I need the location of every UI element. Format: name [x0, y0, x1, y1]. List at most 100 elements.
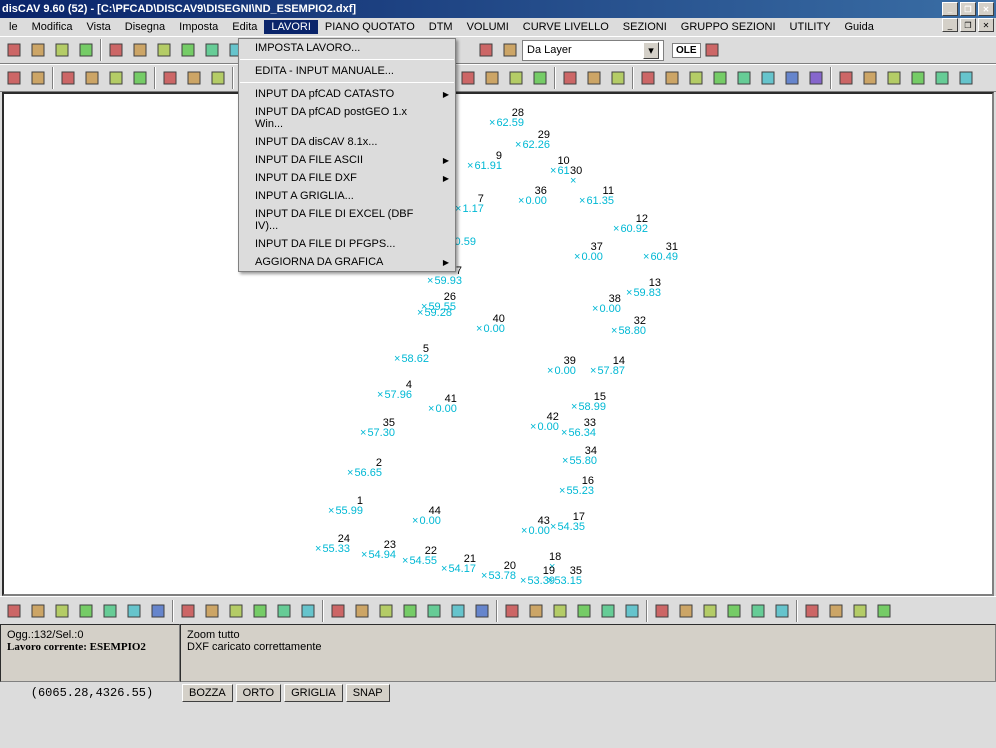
point-32[interactable]: 32×58.80	[611, 316, 646, 336]
zoom-btn-3[interactable]	[176, 39, 199, 61]
dropdown-item-8[interactable]: INPUT DA FILE DI EXCEL (DBF IV)...	[239, 205, 455, 235]
b1-btn-1[interactable]	[26, 600, 49, 622]
line-btn-2[interactable]	[606, 67, 629, 89]
b2-btn-2[interactable]	[224, 600, 247, 622]
b4-btn-2[interactable]	[548, 600, 571, 622]
point-16[interactable]: 16×55.23	[559, 476, 594, 496]
menu-volumi[interactable]: VOLUMI	[460, 20, 516, 34]
b2-btn-1[interactable]	[200, 600, 223, 622]
file-btn-2[interactable]	[50, 39, 73, 61]
circle-btn-6[interactable]	[780, 67, 803, 89]
point-9[interactable]: 9×61.91	[467, 151, 502, 171]
menu-guida[interactable]: Guida	[838, 20, 881, 34]
hatch-btn-5[interactable]	[954, 67, 977, 89]
b6-btn-0[interactable]	[800, 600, 823, 622]
point-13[interactable]: 13×59.83	[626, 278, 661, 298]
point-22[interactable]: 22×54.55	[402, 546, 437, 566]
point-2[interactable]: 2×56.65	[347, 458, 382, 478]
point-35[interactable]: 35×53.15	[547, 566, 582, 586]
osnap-btn-0[interactable]	[158, 67, 181, 89]
zoom-btn-0[interactable]	[104, 39, 127, 61]
point-36[interactable]: 36×0.00	[518, 186, 547, 206]
menu-vista[interactable]: Vista	[80, 20, 118, 34]
draw-btn-1[interactable]	[480, 67, 503, 89]
dropdown-item-1[interactable]: EDITA - INPUT MANUALE...	[239, 62, 455, 80]
menu-piano-quotato[interactable]: PIANO QUOTATO	[318, 20, 422, 34]
point-44[interactable]: 44×0.00	[412, 506, 441, 526]
point-28[interactable]: 28×62.59	[489, 108, 524, 128]
point-39[interactable]: 39×0.00	[547, 356, 576, 376]
footer-orto[interactable]: ORTO	[236, 684, 281, 702]
point-5[interactable]: 5×58.62	[394, 344, 429, 364]
dropdown-item-6[interactable]: INPUT DA FILE DXF▶	[239, 169, 455, 187]
point-31[interactable]: 31×60.49	[643, 242, 678, 262]
menu-le[interactable]: le	[2, 20, 25, 34]
point-33[interactable]: 33×56.34	[561, 418, 596, 438]
circle-btn-7[interactable]	[804, 67, 827, 89]
dropdown-item-2[interactable]: INPUT DA pfCAD CATASTO▶	[239, 85, 455, 103]
b5-btn-3[interactable]	[722, 600, 745, 622]
file-btn-0[interactable]	[2, 39, 25, 61]
b3-btn-5[interactable]	[446, 600, 469, 622]
point-21[interactable]: 21×54.17	[441, 554, 476, 574]
point-14[interactable]: 14×57.87	[590, 356, 625, 376]
layer-combo[interactable]: Da Layer▾	[522, 40, 664, 61]
ole-button[interactable]: OLE	[672, 43, 701, 58]
file-btn-3[interactable]	[74, 39, 97, 61]
snap-btn-1[interactable]	[80, 67, 103, 89]
grid-btn-0[interactable]	[2, 67, 25, 89]
menu-gruppo-sezioni[interactable]: GRUPPO SEZIONI	[674, 20, 783, 34]
b5-btn-2[interactable]	[698, 600, 721, 622]
mdi-close-button[interactable]: ✕	[978, 18, 994, 32]
point-35[interactable]: 35×57.30	[360, 418, 395, 438]
b3-btn-6[interactable]	[470, 600, 493, 622]
dropdown-item-7[interactable]: INPUT A GRIGLIA...	[239, 187, 455, 205]
hatch-btn-3[interactable]	[906, 67, 929, 89]
b5-btn-5[interactable]	[770, 600, 793, 622]
line-btn-1[interactable]	[582, 67, 605, 89]
b1-btn-6[interactable]	[146, 600, 169, 622]
menu-disegna[interactable]: Disegna	[118, 20, 172, 34]
circle-btn-3[interactable]	[708, 67, 731, 89]
point-1[interactable]: 1×55.99	[328, 496, 363, 516]
b3-btn-2[interactable]	[374, 600, 397, 622]
line-btn-0[interactable]	[558, 67, 581, 89]
zoom-btn-2[interactable]	[152, 39, 175, 61]
hatch-btn-4[interactable]	[930, 67, 953, 89]
dropdown-item-4[interactable]: INPUT DA disCAV 8.1x...	[239, 133, 455, 151]
grid-btn-1[interactable]	[26, 67, 49, 89]
circle-btn-1[interactable]	[660, 67, 683, 89]
hatch-btn-1[interactable]	[858, 67, 881, 89]
point-[interactable]: ×59.28	[417, 308, 452, 318]
menu-edita[interactable]: Edita	[225, 20, 264, 34]
snap-btn-2[interactable]	[104, 67, 127, 89]
point-20[interactable]: 20×53.78	[481, 561, 516, 581]
menu-curve-livello[interactable]: CURVE LIVELLO	[516, 20, 616, 34]
snap-btn-3[interactable]	[128, 67, 151, 89]
footer-snap[interactable]: SNAP	[346, 684, 390, 702]
point-42[interactable]: 42×0.00	[530, 412, 559, 432]
b4-btn-3[interactable]	[572, 600, 595, 622]
chevron-down-icon[interactable]: ▾	[643, 42, 659, 59]
menu-modifica[interactable]: Modifica	[25, 20, 80, 34]
dropdown-item-5[interactable]: INPUT DA FILE ASCII▶	[239, 151, 455, 169]
hatch-btn-0[interactable]	[834, 67, 857, 89]
menu-imposta[interactable]: Imposta	[172, 20, 225, 34]
snap-btn-0[interactable]	[56, 67, 79, 89]
dropdown-item-9[interactable]: INPUT DA FILE DI PFGPS...	[239, 235, 455, 253]
point-4[interactable]: 4×57.96	[377, 380, 412, 400]
circle-btn-4[interactable]	[732, 67, 755, 89]
b2-btn-0[interactable]	[176, 600, 199, 622]
b3-btn-4[interactable]	[422, 600, 445, 622]
point-40[interactable]: 40×0.00	[476, 314, 505, 334]
point-12[interactable]: 12×60.92	[613, 214, 648, 234]
b6-btn-2[interactable]	[848, 600, 871, 622]
b2-btn-3[interactable]	[248, 600, 271, 622]
draw-btn-3[interactable]	[528, 67, 551, 89]
dropdown-item-10[interactable]: AGGIORNA DA GRAFICA▶	[239, 253, 455, 271]
footer-bozza[interactable]: BOZZA	[182, 684, 233, 702]
draw-btn-2[interactable]	[504, 67, 527, 89]
b1-btn-4[interactable]	[98, 600, 121, 622]
b2-btn-4[interactable]	[272, 600, 295, 622]
point-17[interactable]: 17×54.35	[550, 512, 585, 532]
